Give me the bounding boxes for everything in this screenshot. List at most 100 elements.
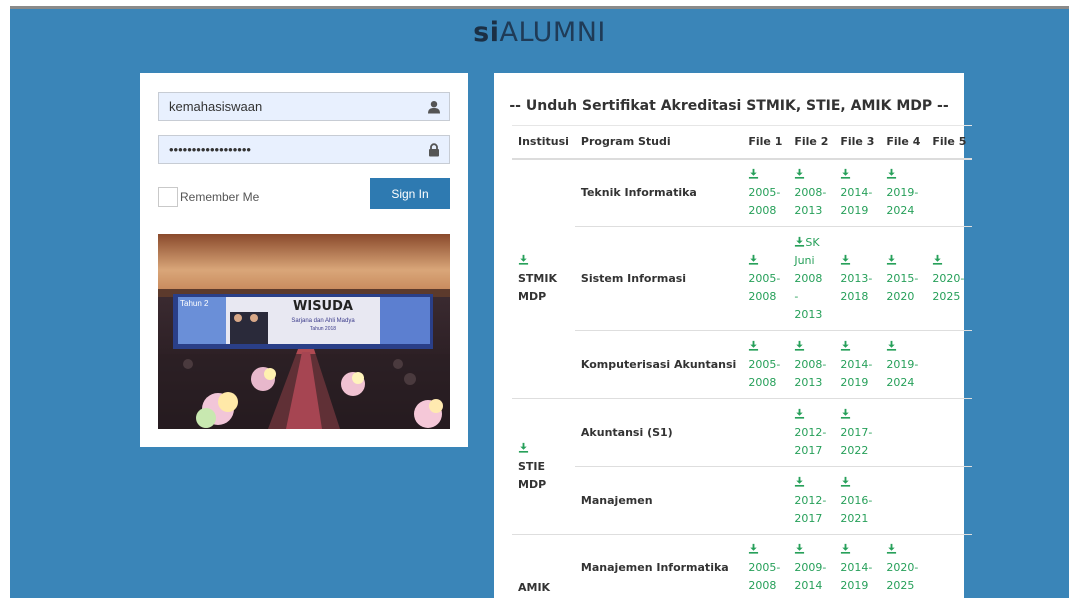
file-link[interactable]: 2008-2013 xyxy=(794,166,828,220)
table-row: STIE MDP Akuntansi (S1) 2012-2017 2017-2… xyxy=(512,398,973,535)
table-row: STMIK MDP Teknik Informatika 2005-2008 2… xyxy=(512,158,973,399)
password-input[interactable] xyxy=(159,136,449,163)
file-link[interactable]: 2017-2022 xyxy=(840,406,874,460)
download-icon xyxy=(749,340,759,351)
password-field-wrap xyxy=(158,135,450,164)
file-link[interactable]: 2009-2014 xyxy=(794,541,828,595)
download-icon xyxy=(749,543,759,554)
file-link[interactable]: 2014-2019 xyxy=(840,166,874,220)
file-cell-empty xyxy=(926,330,973,399)
file-cell: 2005-2008 xyxy=(742,226,789,331)
file-cell: 2020-2025 xyxy=(926,226,973,331)
file-cell: 2012-2017 xyxy=(788,466,835,535)
file-link[interactable]: 2012-2017 xyxy=(794,406,828,460)
file-cell-empty xyxy=(926,466,973,535)
download-icon xyxy=(887,168,897,179)
program-name: Teknik Informatika xyxy=(574,158,743,227)
institution-name: STMIK MDP xyxy=(518,271,557,303)
file-link[interactable]: 2020-2025 xyxy=(932,252,966,306)
file-label: 2014-2019 xyxy=(840,560,873,592)
file-link[interactable]: SK Juni 2008 - 2013 xyxy=(794,234,828,324)
file-link[interactable]: 2019-2024 xyxy=(886,166,920,220)
app-title-bold: si xyxy=(473,17,500,48)
file-label: SK Juni 2008 - 2013 xyxy=(794,235,823,321)
file-cell: 2005-2008 xyxy=(742,158,789,227)
download-icon xyxy=(795,340,805,351)
file-link[interactable]: 2008-2013 xyxy=(794,338,828,392)
photo-corner-text: Tahun 2 xyxy=(180,299,209,308)
file-link[interactable]: 2005-2008 xyxy=(748,541,782,595)
col-header: File 4 xyxy=(880,125,927,160)
col-header: File 5 xyxy=(926,125,973,160)
download-icon xyxy=(887,543,897,554)
username-input[interactable] xyxy=(159,93,449,120)
file-label: 2005-2008 xyxy=(748,185,781,217)
downloads-title: -- Unduh Sertifikat Akreditasi STMIK, ST… xyxy=(509,98,949,114)
file-label: 2019-2024 xyxy=(886,185,919,217)
file-cell: 2017-2022 xyxy=(834,398,881,467)
download-icon xyxy=(887,340,897,351)
table-row: Komputerisasi Akuntansi 2005-2008 2008-2… xyxy=(512,330,973,399)
file-link[interactable]: 2005-2008 xyxy=(748,166,782,220)
file-cell: 2019-2024 xyxy=(880,330,927,399)
app-title: siALUMNI xyxy=(10,17,1069,48)
username-field-wrap xyxy=(158,92,450,121)
file-cell-empty xyxy=(926,534,973,598)
sign-in-button[interactable]: Sign In xyxy=(370,178,450,209)
download-icon xyxy=(841,408,851,419)
file-cell: 2015-2020 xyxy=(880,226,927,331)
file-cell-empty xyxy=(926,158,973,227)
col-header: Institusi xyxy=(512,125,575,160)
graduation-photo: Tahun 2 WISUDA Sarjana dan Ahli Madya Ta… xyxy=(158,234,450,429)
file-label: 2017-2022 xyxy=(840,425,873,457)
file-cell: 2016-2021 xyxy=(834,466,881,535)
col-header: Program Studi xyxy=(574,125,743,160)
table-row: AMIK Manajemen Informatika 2005-2008 200… xyxy=(512,534,973,598)
download-icon xyxy=(841,543,851,554)
file-link[interactable]: 2014-2019 xyxy=(840,541,874,595)
lock-icon xyxy=(429,143,439,157)
download-icon xyxy=(841,168,851,179)
download-icon xyxy=(795,476,805,487)
file-link[interactable]: 2016-2021 xyxy=(840,474,874,528)
downloads-card: -- Unduh Sertifikat Akreditasi STMIK, ST… xyxy=(494,73,973,598)
col-header: File 1 xyxy=(742,125,789,160)
remember-me-checkbox[interactable] xyxy=(158,187,178,207)
program-name: Komputerisasi Akuntansi xyxy=(574,330,743,399)
program-name: Akuntansi (S1) xyxy=(574,398,743,467)
file-link[interactable]: 2005-2008 xyxy=(748,252,782,306)
remember-me-label: Remember Me xyxy=(180,190,260,204)
file-cell: 2009-2014 xyxy=(788,534,835,598)
file-link[interactable]: 2020-2025 xyxy=(886,541,920,595)
download-icon xyxy=(749,254,759,265)
file-label: 2020-2025 xyxy=(932,271,965,303)
table-row: Manajemen 2012-2017 2016-2021 xyxy=(512,466,973,535)
certificates-table: Institusi Program Studi File 1 File 2 Fi… xyxy=(512,125,973,598)
user-icon xyxy=(428,101,440,114)
download-icon xyxy=(887,254,897,265)
download-icon xyxy=(841,340,851,351)
file-label: 2014-2019 xyxy=(840,357,873,389)
file-label: 2013-2018 xyxy=(840,271,873,303)
file-link[interactable]: 2014-2019 xyxy=(840,338,874,392)
file-cell: 2014-2019 xyxy=(834,158,881,227)
file-label: 2009-2014 xyxy=(794,560,827,592)
program-name: Manajemen xyxy=(574,466,743,535)
file-label: 2015-2020 xyxy=(886,271,919,303)
file-link[interactable]: 2019-2024 xyxy=(886,338,920,392)
institution-name: AMIK xyxy=(518,580,551,594)
download-icon xyxy=(933,254,943,265)
file-cell: 2008-2013 xyxy=(788,158,835,227)
download-icon xyxy=(795,408,805,419)
file-label: 2005-2008 xyxy=(748,560,781,592)
file-link[interactable]: 2012-2017 xyxy=(794,474,828,528)
file-cell: 2020-2025 xyxy=(880,534,927,598)
file-link[interactable]: 2013-2018 xyxy=(840,252,874,306)
download-icon xyxy=(841,254,851,265)
download-icon xyxy=(795,543,805,554)
file-link[interactable]: 2015-2020 xyxy=(886,252,920,306)
file-link[interactable]: 2005-2008 xyxy=(748,338,782,392)
file-label: 2005-2008 xyxy=(748,357,781,389)
file-label: 2019-2024 xyxy=(886,357,919,389)
institution-name: STIE MDP xyxy=(518,459,547,491)
